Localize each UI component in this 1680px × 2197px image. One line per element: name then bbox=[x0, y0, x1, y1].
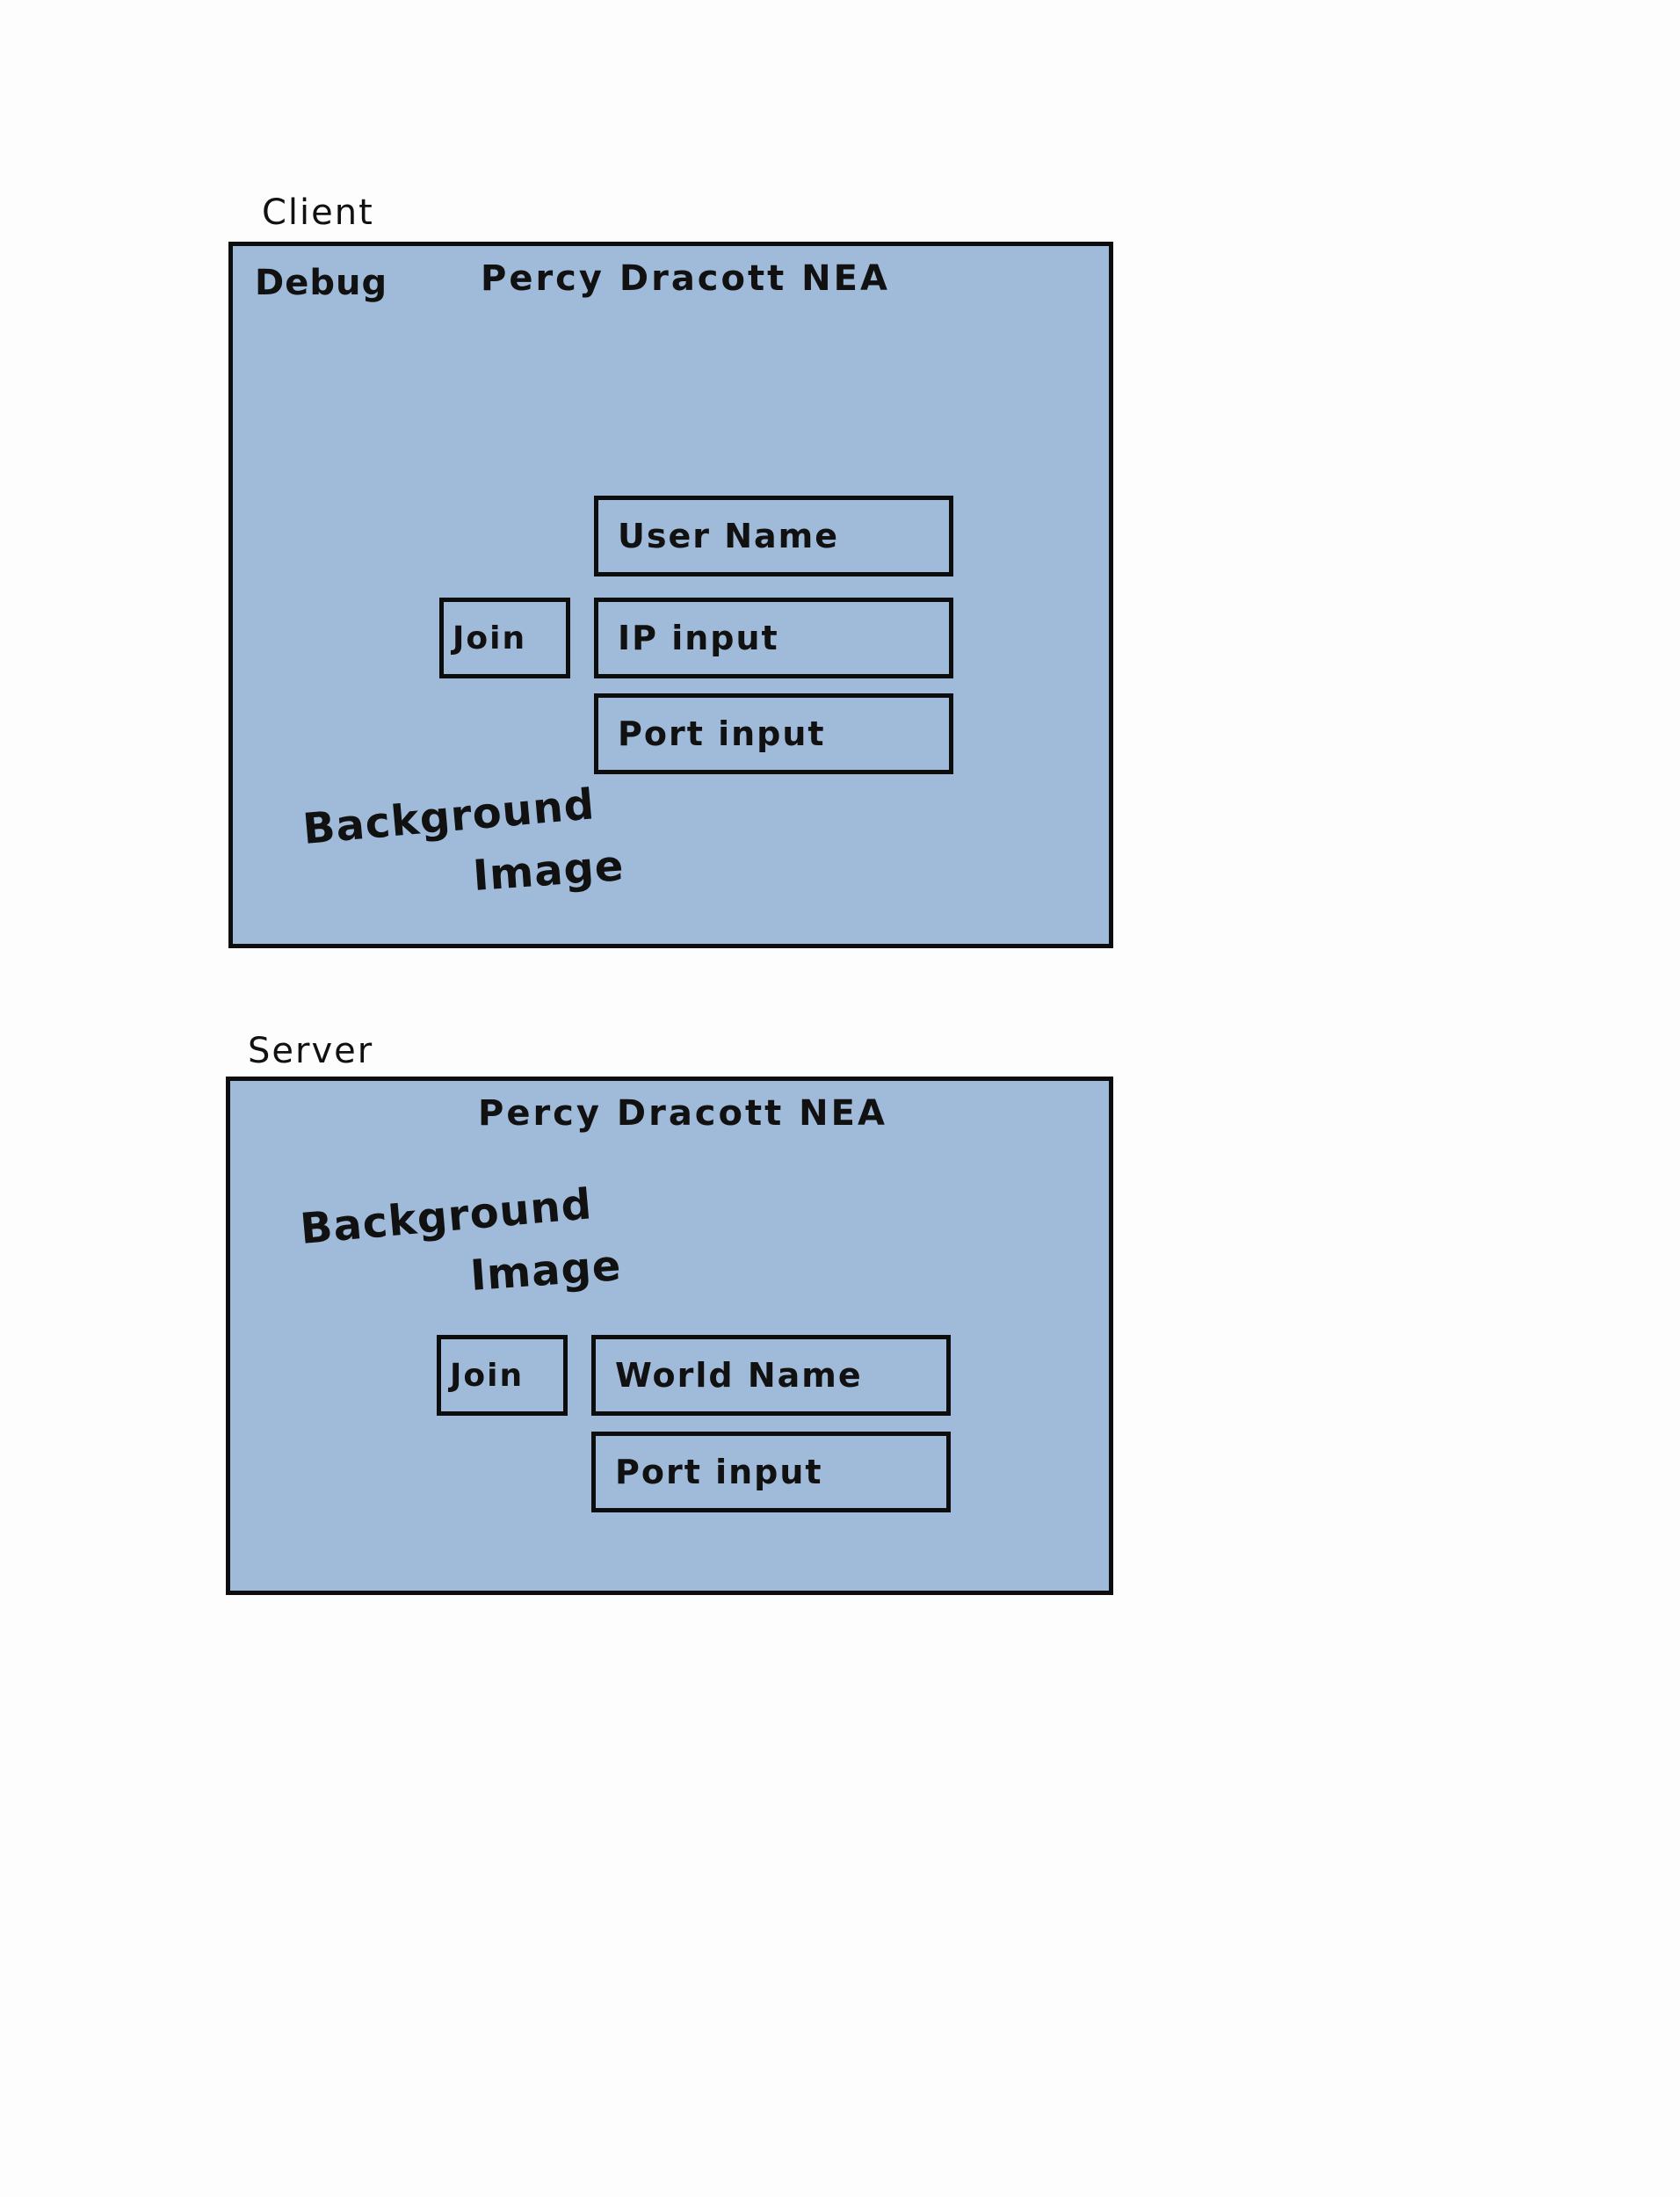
server-title: Percy Dracott NEA bbox=[478, 1093, 887, 1134]
world-name-input[interactable]: World Name bbox=[591, 1335, 951, 1416]
server-join-button[interactable]: Join bbox=[437, 1335, 568, 1416]
server-background-image-label-line2: Image bbox=[468, 1241, 624, 1301]
username-input[interactable]: User Name bbox=[594, 496, 953, 576]
client-window: Debug Percy Dracott NEA User Name Join I… bbox=[228, 242, 1113, 948]
client-port-input[interactable]: Port input bbox=[594, 693, 953, 774]
client-background-image-label: Background bbox=[301, 779, 597, 854]
client-title: Percy Dracott NEA bbox=[481, 258, 890, 299]
server-window: Percy Dracott NEA Background Image Join … bbox=[226, 1077, 1113, 1595]
client-join-button[interactable]: Join bbox=[439, 598, 570, 678]
ip-input[interactable]: IP input bbox=[594, 598, 953, 678]
server-section-label: Server bbox=[248, 1031, 374, 1071]
client-section-label: Client bbox=[262, 192, 374, 233]
server-background-image-label: Background bbox=[298, 1179, 595, 1254]
client-background-image-label-line2: Image bbox=[471, 841, 626, 901]
server-port-input[interactable]: Port input bbox=[591, 1432, 951, 1512]
debug-button[interactable]: Debug bbox=[255, 265, 387, 301]
